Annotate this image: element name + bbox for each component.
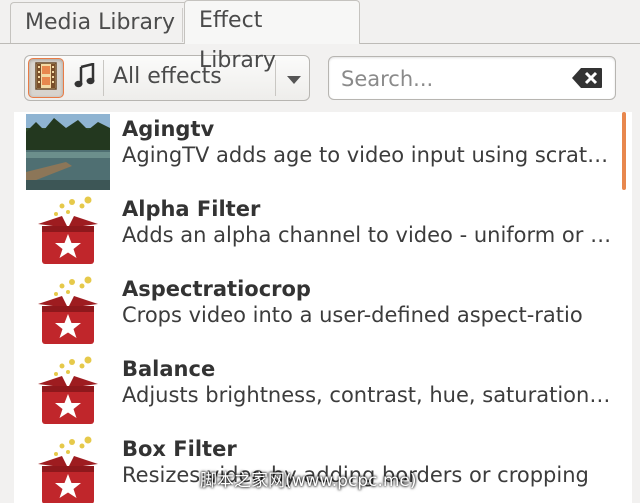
gift-box-icon (26, 434, 110, 503)
scroll-indicator[interactable] (622, 112, 626, 190)
effect-name: Agingtv (122, 117, 215, 141)
tab-divider (182, 8, 183, 42)
video-effects-toggle[interactable] (28, 58, 64, 98)
effect-name: Balance (122, 357, 216, 381)
effect-description: Crops video into a user-defined aspect-r… (122, 303, 583, 327)
tab-media-library[interactable]: Media Library (10, 2, 189, 43)
film-icon (35, 62, 57, 94)
effect-name: Aspectratiocrop (122, 277, 311, 301)
list-item[interactable]: Agingtv AgingTV adds age to video input … (14, 112, 614, 192)
library-tabbar: Media Library Effect Library (0, 0, 640, 73)
backspace-clear-icon[interactable] (571, 67, 603, 89)
music-note-icon (74, 62, 96, 93)
effect-name: Box Filter (122, 437, 237, 461)
gift-box-icon (26, 194, 110, 270)
combo-divider (103, 60, 104, 96)
effect-description: Adjusts brightness, contrast, hue, satur… (122, 383, 612, 407)
effects-list[interactable]: Agingtv AgingTV adds age to video input … (14, 112, 632, 503)
list-item[interactable]: Alpha Filter Adds an alpha channel to vi… (14, 192, 614, 272)
audio-effects-toggle[interactable] (67, 58, 103, 98)
effect-description: AgingTV adds age to video input using sc… (122, 143, 612, 167)
landscape-thumbnail (26, 114, 110, 190)
chevron-down-icon[interactable] (287, 76, 301, 84)
effect-name: Alpha Filter (122, 197, 261, 221)
tab-effect-library[interactable]: Effect Library (184, 0, 360, 73)
list-item[interactable]: Aspectratiocrop Crops video into a user-… (14, 272, 614, 352)
effect-description: Adds an alpha channel to video - uniform… (122, 223, 612, 247)
search-input[interactable] (339, 63, 563, 95)
list-item[interactable]: Balance Adjusts brightness, contrast, hu… (14, 352, 614, 432)
gift-box-icon (26, 274, 110, 350)
watermark: 脚本之家网(www.pcpc.me) (200, 471, 417, 491)
gift-box-icon (26, 354, 110, 430)
search-box (328, 56, 616, 100)
